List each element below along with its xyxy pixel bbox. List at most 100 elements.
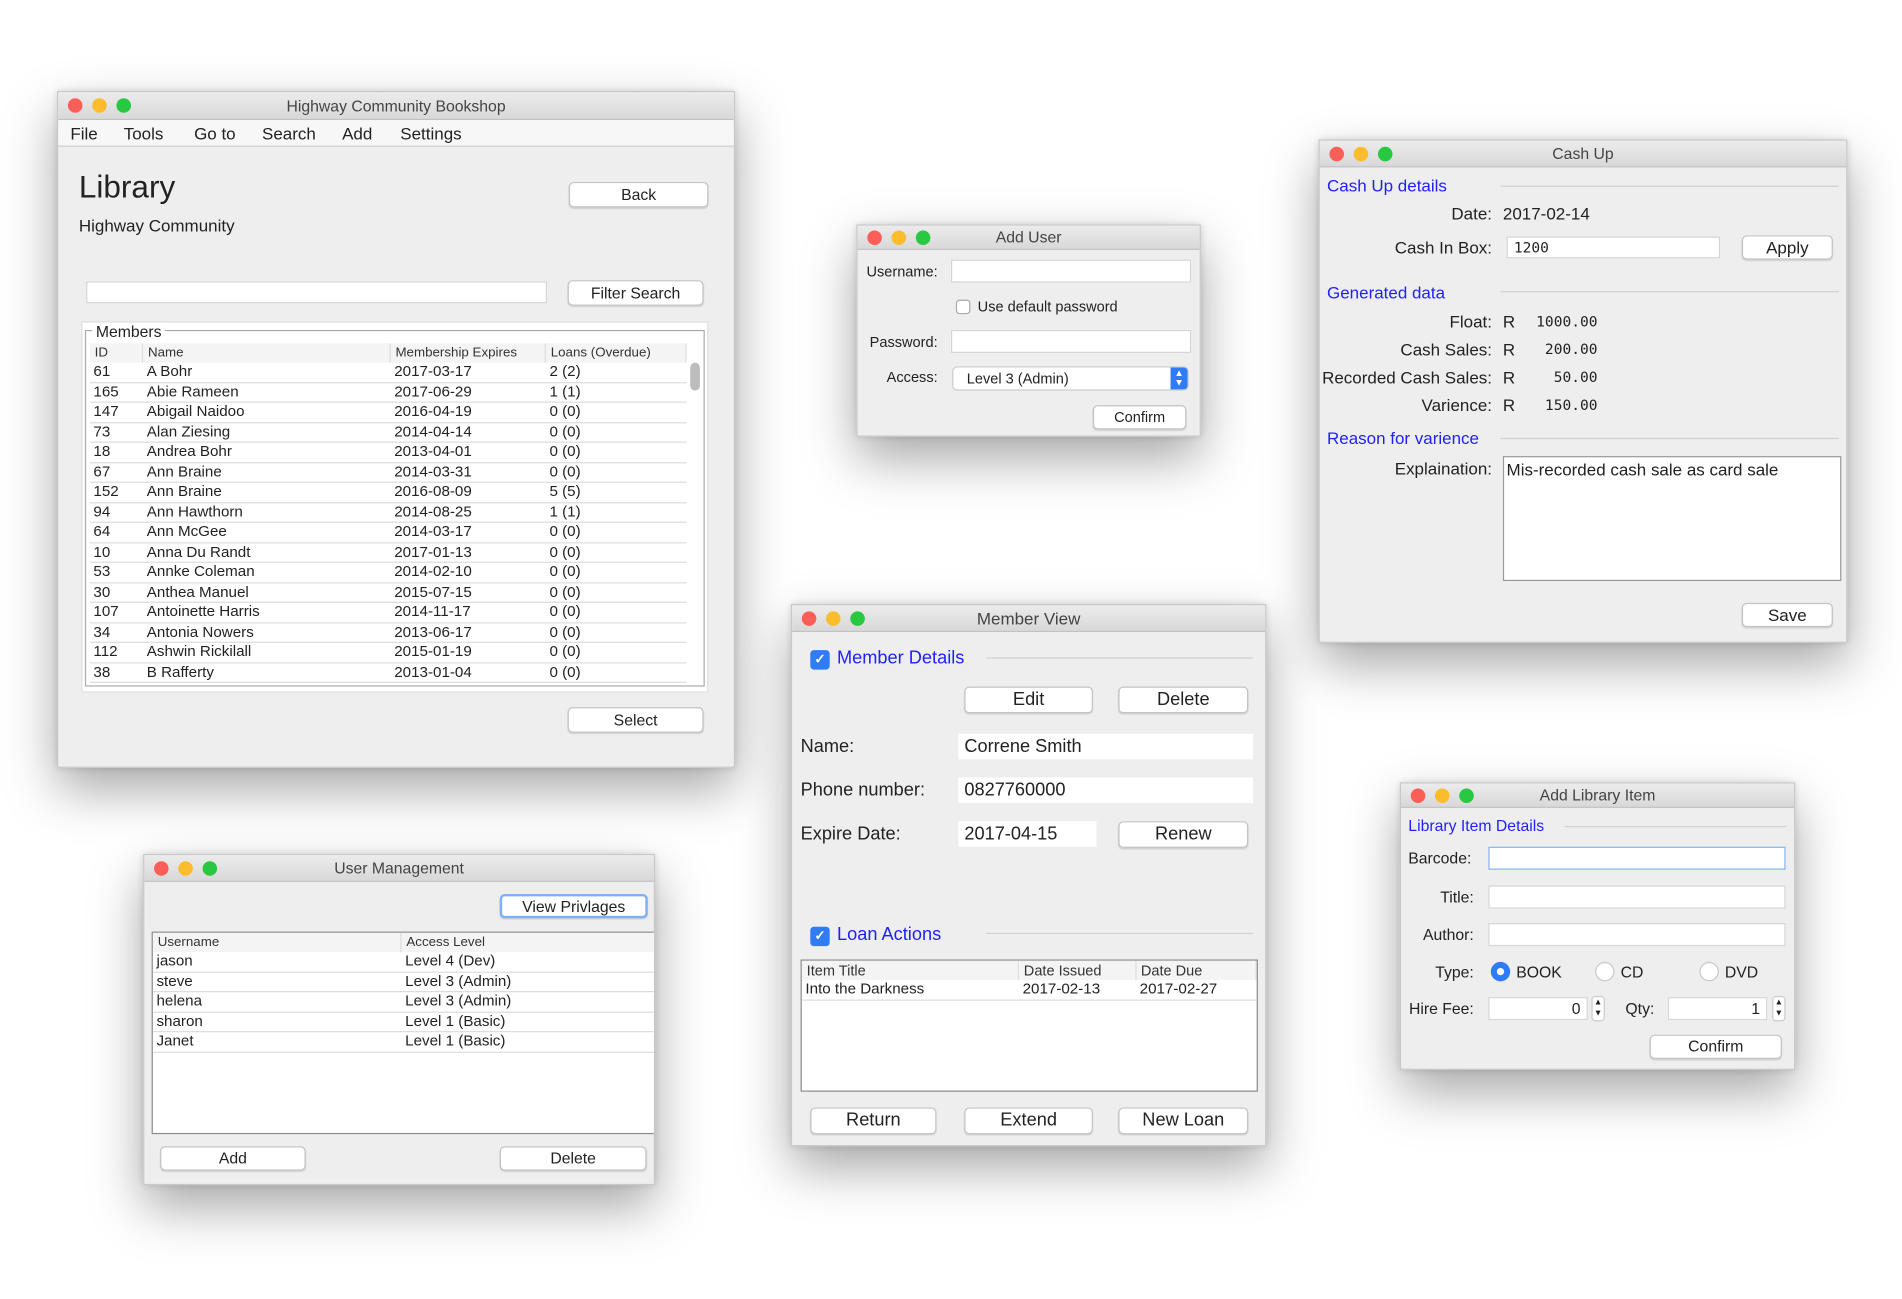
table-row[interactable]: 152 Ann Braine 2016-08-09 5 (5)	[89, 483, 687, 503]
close-icon[interactable]	[67, 98, 83, 113]
column-header[interactable]: Username	[153, 932, 402, 953]
return-button[interactable]: Return	[810, 1107, 937, 1135]
minimize-icon[interactable]	[1434, 787, 1450, 803]
minimize-icon[interactable]	[891, 229, 907, 245]
column-header[interactable]: Item Title	[802, 960, 1019, 981]
close-icon[interactable]	[1410, 787, 1426, 803]
table-row[interactable]: 94 Ann Hawthorn 2014-08-25 1 (1)	[89, 503, 687, 523]
save-button[interactable]: Save	[1741, 602, 1833, 628]
minimize-icon[interactable]	[178, 860, 193, 876]
zoom-icon[interactable]	[202, 860, 218, 876]
title-bar[interactable]: Highway Community Bookshop	[58, 92, 734, 121]
select-button[interactable]: Select	[567, 707, 704, 733]
zoom-icon[interactable]	[915, 229, 931, 245]
edit-button[interactable]: Edit	[964, 686, 1093, 714]
explanation-textarea[interactable]: Mis-recorded cash sale as card sale	[1502, 456, 1842, 582]
loan-actions-checkbox[interactable]: ✓	[810, 926, 830, 947]
filter-search-input[interactable]	[86, 281, 548, 304]
table-row[interactable]: 18 Andrea Bohr 2013-04-01 0 (0)	[89, 443, 687, 463]
radio-book[interactable]	[1490, 961, 1511, 982]
table-row[interactable]: 147 Abigail Naidoo 2016-04-19 0 (0)	[89, 403, 687, 423]
view-privileges-button[interactable]: View Privlages	[499, 893, 648, 919]
back-button[interactable]: Back	[568, 181, 709, 208]
apply-button[interactable]: Apply	[1741, 235, 1833, 260]
title-input[interactable]	[1488, 885, 1786, 909]
table-row[interactable]: 73 Alan Ziesing 2014-04-14 0 (0)	[89, 423, 687, 443]
zoom-icon[interactable]	[850, 610, 865, 626]
qty-input[interactable]	[1667, 997, 1768, 1021]
menu-go-to[interactable]: Go to	[194, 120, 236, 147]
menu-file[interactable]: File	[70, 120, 97, 147]
table-row[interactable]: 61 A Bohr 2017-03-17 2 (2)	[89, 363, 687, 383]
table-row[interactable]: 107 Antoinette Harris 2014-11-17 0 (0)	[89, 603, 687, 623]
close-icon[interactable]	[867, 229, 882, 245]
close-icon[interactable]	[801, 610, 817, 626]
username-input[interactable]	[950, 259, 1192, 283]
menu-search[interactable]: Search	[262, 120, 316, 147]
menu-settings[interactable]: Settings	[400, 120, 461, 147]
renew-button[interactable]: Renew	[1118, 821, 1249, 848]
minimize-icon[interactable]	[826, 610, 841, 626]
menu-add[interactable]: Add	[342, 120, 372, 147]
name-input[interactable]	[958, 733, 1254, 760]
column-header[interactable]: Membership Expires	[391, 343, 546, 363]
table-row[interactable]: 165 Abie Rameen 2017-06-29 1 (1)	[89, 383, 687, 403]
title-bar[interactable]: Member View	[792, 605, 1266, 632]
default-password-checkbox[interactable]	[955, 299, 971, 315]
column-header[interactable]: ID	[90, 343, 144, 363]
table-row[interactable]: Janet Level 1 (Basic)	[152, 1032, 654, 1053]
table-row[interactable]: steve Level 3 (Admin)	[152, 972, 654, 993]
delete-user-button[interactable]: Delete	[499, 1146, 647, 1171]
column-header[interactable]: Date Due	[1136, 960, 1257, 981]
table-row[interactable]: 67 Ann Braine 2014-03-31 0 (0)	[89, 463, 687, 483]
table-row-partial[interactable]	[90, 683, 687, 688]
close-icon[interactable]	[154, 860, 169, 876]
title-bar[interactable]: User Management	[144, 855, 654, 882]
minimize-icon[interactable]	[1353, 146, 1369, 161]
title-bar[interactable]: Add User	[857, 225, 1200, 250]
title-bar[interactable]: Add Library Item	[1401, 783, 1795, 808]
zoom-icon[interactable]	[1459, 787, 1474, 803]
password-input[interactable]	[950, 329, 1192, 353]
table-row[interactable]: 64 Ann McGee 2014-03-17 0 (0)	[89, 523, 687, 543]
table-row[interactable]: 10 Anna Du Randt 2017-01-13 0 (0)	[89, 543, 687, 563]
expire-date-input[interactable]	[958, 821, 1097, 847]
menu-tools[interactable]: Tools	[124, 120, 164, 147]
table-row[interactable]: Into the Darkness 2017-02-13 2017-02-27	[801, 980, 1257, 1001]
confirm-button[interactable]: Confirm	[1649, 1034, 1782, 1059]
qty-stepper[interactable]: ▲ ▼	[1772, 995, 1786, 1022]
table-row[interactable]: jason Level 4 (Dev)	[152, 952, 654, 973]
delete-button[interactable]: Delete	[1118, 686, 1249, 714]
radio-cd[interactable]	[1595, 961, 1615, 982]
column-header[interactable]: Access Level	[402, 933, 654, 952]
table-row[interactable]: 30 Anthea Manuel 2015-07-15 0 (0)	[89, 583, 687, 603]
column-header[interactable]: Loans (Overdue)	[546, 343, 687, 363]
radio-dvd[interactable]	[1699, 961, 1719, 982]
extend-button[interactable]: Extend	[964, 1107, 1093, 1135]
close-icon[interactable]	[1329, 146, 1345, 161]
table-row[interactable]: 53 Annke Coleman 2014-02-10 0 (0)	[89, 563, 687, 583]
filter-search-button[interactable]: Filter Search	[567, 280, 704, 306]
add-user-button[interactable]: Add	[160, 1146, 306, 1171]
table-row[interactable]: helena Level 3 (Admin)	[152, 992, 654, 1013]
barcode-input[interactable]	[1488, 846, 1786, 870]
phone-input[interactable]	[958, 777, 1254, 804]
scrollbar[interactable]	[690, 362, 700, 391]
zoom-icon[interactable]	[1377, 146, 1393, 161]
table-row[interactable]: 34 Antonia Nowers 2013-06-17 0 (0)	[89, 623, 687, 643]
author-input[interactable]	[1488, 923, 1786, 947]
title-bar[interactable]: Cash Up	[1319, 140, 1847, 168]
confirm-button[interactable]: Confirm	[1092, 405, 1187, 430]
table-row[interactable]: 38 B Rafferty 2013-01-04 0 (0)	[89, 663, 687, 683]
cash-in-box-input[interactable]	[1506, 236, 1721, 259]
member-details-checkbox[interactable]: ✓	[810, 650, 830, 670]
column-header[interactable]: Date Issued	[1019, 960, 1136, 981]
access-select[interactable]: Level 3 (Admin) ▲ ▼	[952, 366, 1189, 391]
new-loan-button[interactable]: New Loan	[1118, 1107, 1249, 1135]
zoom-icon[interactable]	[116, 98, 132, 113]
hire-fee-stepper[interactable]: ▲ ▼	[1591, 995, 1605, 1022]
hire-fee-input[interactable]	[1488, 997, 1588, 1021]
table-row[interactable]: sharon Level 1 (Basic)	[152, 1012, 654, 1033]
column-header[interactable]: Name	[143, 343, 391, 363]
minimize-icon[interactable]	[92, 98, 107, 113]
